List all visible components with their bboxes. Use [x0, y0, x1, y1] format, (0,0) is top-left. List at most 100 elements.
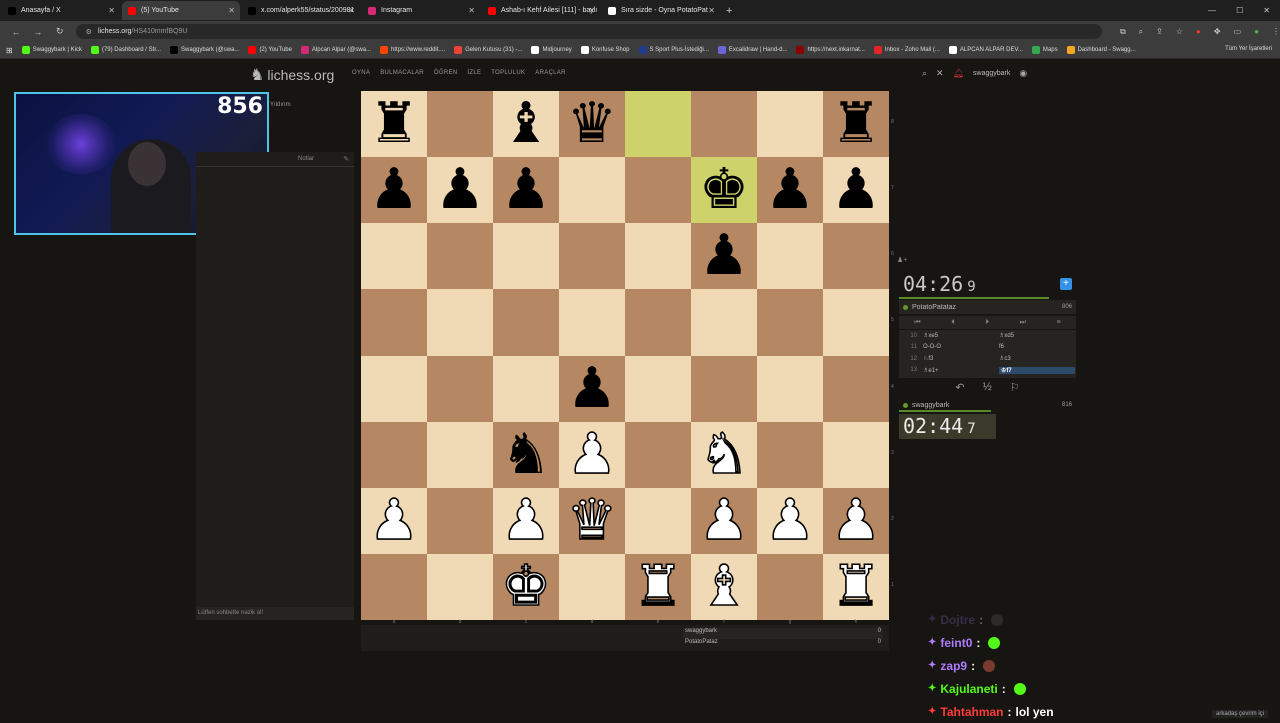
white-rook-icon[interactable]: ♜	[633, 559, 683, 615]
reload-icon[interactable]: ↻	[54, 26, 66, 37]
close-icon[interactable]: ✕	[936, 68, 944, 79]
url-field[interactable]: ⚙ lichess.org /HS410mmfBQ9U	[76, 24, 1102, 39]
square-a1[interactable]	[361, 554, 427, 620]
close-tab-icon[interactable]: ✕	[108, 6, 115, 15]
square-c8[interactable]: ♝	[493, 91, 559, 157]
extensions-puzzle-icon[interactable]: ✥	[1214, 27, 1221, 36]
new-tab-button[interactable]: +	[726, 5, 732, 17]
bookmark-item[interactable]: Konfuse Shop	[581, 46, 630, 54]
square-b4[interactable]	[427, 356, 493, 422]
bookmark-star-icon[interactable]: ☆	[1176, 27, 1183, 36]
square-d5[interactable]	[559, 289, 625, 355]
square-g1[interactable]	[757, 554, 823, 620]
black-pawn-icon[interactable]: ♟	[765, 162, 815, 218]
forward-icon[interactable]: →	[32, 27, 44, 37]
square-c1[interactable]: ♚	[493, 554, 559, 620]
square-b6[interactable]	[427, 223, 493, 289]
square-g5[interactable]	[757, 289, 823, 355]
square-e7[interactable]	[625, 157, 691, 223]
square-d1[interactable]	[559, 554, 625, 620]
install-icon[interactable]: ⧉	[1120, 27, 1126, 37]
extension-icon[interactable]: ●	[1196, 27, 1201, 36]
browser-tab[interactable]: (5) YouTube✕	[122, 1, 240, 20]
crosstable-name[interactable]: PotatoPataz	[685, 639, 718, 650]
white-pawn-icon[interactable]: ♟	[501, 493, 551, 549]
square-e1[interactable]: ♜	[625, 554, 691, 620]
square-g7[interactable]: ♟	[757, 157, 823, 223]
player-name[interactable]: swaggybark	[912, 402, 949, 409]
opponent-name[interactable]: PotatoPatataz	[912, 304, 956, 311]
bookmark-item[interactable]: (79) Dashboard / Str...	[91, 46, 161, 54]
square-g4[interactable]	[757, 356, 823, 422]
square-f6[interactable]: ♟	[691, 223, 757, 289]
white-bishop-icon[interactable]: ♝	[699, 559, 749, 615]
site-logo[interactable]: ♞ lichess.org	[250, 65, 334, 85]
bookmark-item[interactable]: Inbox - Zoho Mail (...	[874, 46, 940, 54]
square-f5[interactable]	[691, 289, 757, 355]
square-h4[interactable]	[823, 356, 889, 422]
black-pawn-icon[interactable]: ♟	[501, 162, 551, 218]
nav-item-0[interactable]: OYNA	[352, 70, 370, 76]
move-black[interactable]: ♔f7	[999, 367, 1075, 374]
square-e4[interactable]	[625, 356, 691, 422]
black-queen-icon[interactable]: ♛	[567, 96, 617, 152]
draw-offer-button[interactable]: ½	[983, 381, 992, 393]
user-avatar-icon[interactable]: ◉	[1019, 68, 1027, 79]
square-c7[interactable]: ♟	[493, 157, 559, 223]
bookmark-item[interactable]: https://www.reddit....	[380, 46, 445, 54]
prev-move-icon[interactable]: ⏴	[951, 319, 955, 327]
resign-flag-icon[interactable]: ⚐	[1010, 381, 1020, 394]
add-time-button[interactable]: +	[1060, 278, 1072, 290]
square-g8[interactable]	[757, 91, 823, 157]
square-h5[interactable]	[823, 289, 889, 355]
black-rook-icon[interactable]: ♜	[369, 96, 419, 152]
move-white[interactable]: O-O-O	[923, 344, 999, 350]
square-f3[interactable]: ♞	[691, 422, 757, 488]
maximize-icon[interactable]: ☐	[1236, 6, 1243, 15]
square-a4[interactable]	[361, 356, 427, 422]
black-pawn-icon[interactable]: ♟	[831, 162, 881, 218]
square-f7[interactable]: ♚	[691, 157, 757, 223]
black-king-icon[interactable]: ♚	[699, 162, 749, 218]
square-c5[interactable]	[493, 289, 559, 355]
square-g6[interactable]	[757, 223, 823, 289]
notes-tab[interactable]: Notlar ✎	[196, 152, 354, 167]
square-h2[interactable]: ♟	[823, 488, 889, 554]
square-d2[interactable]: ♛	[559, 488, 625, 554]
square-a2[interactable]: ♟	[361, 488, 427, 554]
square-a3[interactable]	[361, 422, 427, 488]
close-tab-icon[interactable]: ✕	[708, 6, 715, 15]
white-queen-icon[interactable]: ♛	[567, 493, 617, 549]
bookmark-item[interactable]: Swaggybark (@swa...	[170, 46, 239, 54]
username-link[interactable]: swaggybark	[973, 70, 1010, 77]
bookmark-item[interactable]: ALPCAN ALPAR DEV...	[949, 46, 1023, 54]
chat-input[interactable]: Lütfen sohbette nazik ol!	[196, 607, 354, 620]
nav-item-4[interactable]: TOPLULUK	[491, 70, 525, 76]
square-e5[interactable]	[625, 289, 691, 355]
profile-avatar-icon[interactable]: ●	[1254, 27, 1259, 36]
takeback-icon[interactable]: ↶	[955, 381, 964, 394]
nav-item-3[interactable]: İZLE	[467, 70, 481, 76]
square-h8[interactable]: ♜	[823, 91, 889, 157]
white-king-icon[interactable]: ♚	[501, 559, 551, 615]
square-b5[interactable]	[427, 289, 493, 355]
bookmark-item[interactable]: Swaggybark | Kick	[22, 46, 82, 54]
square-d8[interactable]: ♛	[559, 91, 625, 157]
square-h6[interactable]	[823, 223, 889, 289]
bookmark-item[interactable]: Dashboard - Swagg...	[1067, 46, 1136, 54]
sidebar-icon[interactable]: ▭	[1234, 27, 1242, 36]
share-icon[interactable]: ⇪	[1156, 27, 1163, 36]
black-pawn-icon[interactable]: ♟	[567, 361, 617, 417]
square-a6[interactable]	[361, 223, 427, 289]
square-b1[interactable]	[427, 554, 493, 620]
square-d3[interactable]: ♟	[559, 422, 625, 488]
square-c3[interactable]: ♞	[493, 422, 559, 488]
square-e8[interactable]	[625, 91, 691, 157]
bookmark-item[interactable]: Midjourney	[531, 46, 571, 54]
browser-tab[interactable]: Sıra sizde - Oyna PotatoPat✕	[602, 1, 720, 20]
move-white[interactable]: ♘f3	[923, 355, 999, 362]
apps-grid-icon[interactable]: ⊞	[6, 46, 13, 55]
site-info-icon[interactable]: ⚙	[86, 28, 92, 36]
close-tab-icon[interactable]: ✕	[228, 6, 235, 15]
minimize-icon[interactable]: —	[1208, 6, 1216, 15]
